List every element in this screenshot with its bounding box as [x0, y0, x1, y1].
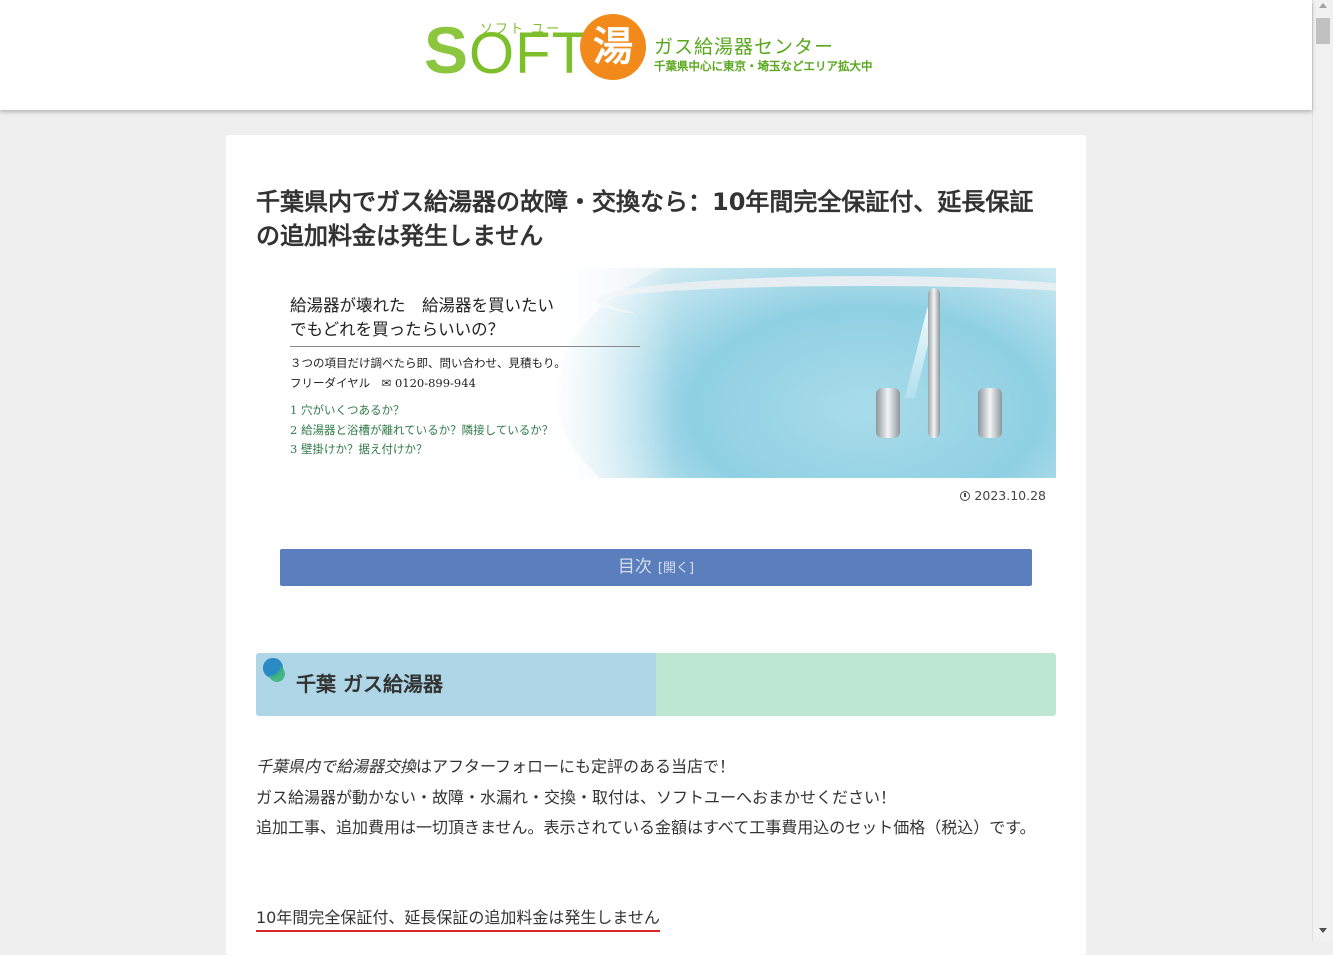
clock-icon — [960, 491, 971, 501]
post-date-text: 2023.10.28 — [974, 488, 1046, 503]
paragraph-1-rest: はアフターフォローにも定評のある当店で！ — [416, 757, 736, 776]
article-title: 千葉県内でガス給湯器の故障・交換なら：10年間完全保証付、延長保証の追加料金は発… — [256, 188, 1034, 250]
article-body: 千葉県内で給湯器交換はアフターフォローにも定評のある当店で！ ガス給湯器が動かな… — [256, 752, 1056, 844]
section-heading: 千葉 ガス給湯器 — [256, 653, 1056, 716]
paragraph-2: ガス給湯器が動かない・故障・水漏れ・交換・取付は、ソフトユーへおまかせください！ — [256, 787, 897, 807]
site-tagline: 千葉県中心に東京・埼玉などエリア拡大中 — [654, 59, 873, 73]
site-name: ガス給湯器センター — [654, 36, 835, 58]
scroll-thumb[interactable] — [1316, 18, 1330, 44]
post-date: 2023.10.28 — [960, 488, 1046, 503]
hero-checklist-item: 1 穴がいくつあるか？ — [290, 403, 405, 417]
paragraph-1-emphasis: 千葉県内で給湯器交換 — [256, 757, 417, 776]
hero-text-block: 給湯器が壊れた 給湯器を買いたい でもどれを買ったらいいの？ ３つの項目だけ調べ… — [290, 294, 640, 460]
hero-headline-1: 給湯器が壊れた 給湯器を買いたい — [290, 296, 554, 315]
hero-phone: フリーダイヤル ✉ 0120-899-944 — [290, 376, 476, 390]
vertical-scrollbar[interactable] — [1312, 0, 1333, 941]
underlined-guarantee-text: 10年間完全保証付、延長保証の追加料金は発生しません — [256, 907, 660, 932]
logo-s: S — [424, 13, 470, 87]
hero-checklist-item: 3 壁掛けか？据え付けか？ — [290, 442, 428, 456]
paragraph-3: 追加工事、追加費用は一切頂きません。表示されている金額はすべて工事費用込のセット… — [256, 818, 1036, 837]
tap-knob-right — [978, 388, 1002, 438]
hero-headline-2: でもどれを買ったらいいの？ — [290, 320, 505, 339]
scroll-up-arrow-icon[interactable] — [1319, 3, 1327, 8]
paragraph-1: 千葉県内で給湯器交換はアフターフォローにも定評のある当店で！ — [256, 752, 1056, 783]
tap-knob-left — [876, 388, 900, 438]
hero-checklist: 1 穴がいくつあるか？ 2 給湯器と浴槽が離れているか？隣接しているか？ 3 壁… — [290, 401, 640, 460]
hero-checklist-item: 2 給湯器と浴槽が離れているか？隣接しているか？ — [290, 422, 554, 437]
toc-label: 目次 — [617, 557, 652, 577]
scroll-down-arrow-icon[interactable] — [1319, 928, 1327, 933]
hero-banner-image: 給湯器が壊れた 給湯器を買いたい でもどれを買ったらいいの？ ３つの項目だけ調べ… — [256, 268, 1056, 478]
site-header: SOFT ソフト ユー 湯 ガス給湯器センター 千葉県中心に東京・埼玉などエリア… — [0, 0, 1312, 110]
logo-ruby: ソフト ユー — [480, 22, 562, 37]
section-heading-text: 千葉 ガス給湯器 — [296, 672, 443, 696]
article-card: 千葉県内でガス給湯器の故障・交換なら：10年間完全保証付、延長保証の追加料金は発… — [226, 135, 1086, 955]
toc-open-link[interactable]: [開く] — [658, 561, 694, 576]
hero-divider — [290, 346, 640, 347]
hero-line-1: ３つの項目だけ調べたら即、問い合わせ、見積もり。 — [290, 356, 566, 370]
logo-yu-badge: 湯 — [580, 14, 646, 80]
faucet-icon — [928, 288, 940, 438]
site-logo[interactable]: SOFT ソフト ユー 湯 ガス給湯器センター 千葉県中心に東京・埼玉などエリア… — [424, 14, 894, 86]
table-of-contents-toggle[interactable]: 目次 [開く] — [280, 549, 1032, 586]
